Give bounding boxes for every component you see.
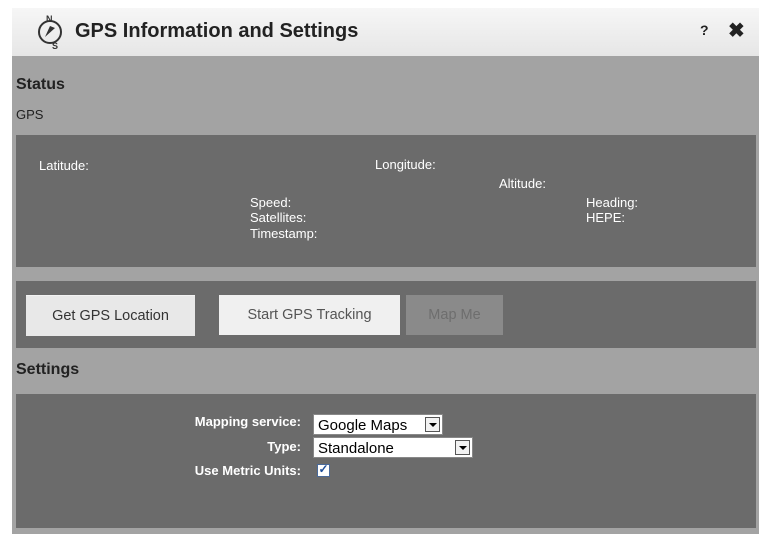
map-me-button[interactable]: Map Me <box>406 295 503 335</box>
type-select[interactable]: Standalone <box>313 437 473 458</box>
type-label: Type: <box>267 439 301 454</box>
close-button[interactable]: ✖ <box>728 18 745 43</box>
mapping-service-value: Google Maps <box>318 417 408 434</box>
satellites-label: Satellites: <box>250 210 307 225</box>
chevron-down-icon <box>455 440 470 455</box>
timestamp-label: Timestamp: <box>250 226 318 241</box>
gps-dialog: N S GPS Information and Settings ? ✖ Sta… <box>12 8 759 534</box>
get-gps-location-button[interactable]: Get GPS Location <box>26 295 195 336</box>
metric-units-label: Use Metric Units: <box>194 463 301 478</box>
help-button[interactable]: ? <box>700 22 709 38</box>
gps-readout-panel: Latitude: Longitude: Altitude: Speed: Sa… <box>16 135 756 267</box>
title-bar: N S GPS Information and Settings ? ✖ <box>12 8 759 56</box>
compass-north-label: N <box>46 14 53 24</box>
settings-heading: Settings <box>16 361 80 378</box>
longitude-label: Longitude: <box>375 157 436 172</box>
mapping-service-select[interactable]: Google Maps <box>313 414 443 435</box>
metric-units-checkbox[interactable]: ✓ <box>317 462 330 477</box>
altitude-label: Altitude: <box>499 176 546 191</box>
checkmark-icon: ✓ <box>318 462 329 476</box>
actions-panel: Get GPS Location Start GPS Tracking Map … <box>16 281 756 348</box>
type-value: Standalone <box>318 440 394 457</box>
start-gps-tracking-button[interactable]: Start GPS Tracking <box>219 295 400 335</box>
speed-label: Speed: <box>250 195 292 210</box>
status-heading: Status <box>16 76 65 93</box>
compass-icon: N S <box>38 14 62 50</box>
settings-panel: Mapping service: Google Maps Type: Stand… <box>16 394 756 528</box>
heading-label: Heading: <box>586 195 639 210</box>
hepe-label: HEPE: <box>586 210 626 225</box>
dialog-title: GPS Information and Settings <box>75 20 359 42</box>
compass-south-label: S <box>52 41 58 50</box>
latitude-label: Latitude: <box>39 158 89 173</box>
mapping-service-label: Mapping service: <box>194 414 301 429</box>
status-subtitle: GPS <box>16 107 44 122</box>
chevron-down-icon <box>425 417 440 432</box>
